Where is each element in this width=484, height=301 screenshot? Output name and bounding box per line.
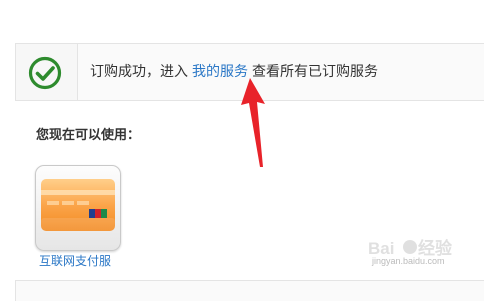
service-tile-frame	[35, 165, 121, 251]
check-circle-icon	[28, 56, 62, 90]
bottom-panel	[15, 280, 484, 301]
svg-text:经验: 经验	[418, 238, 453, 258]
service-tile-internet-payment[interactable]	[35, 165, 121, 251]
available-services-heading: 您现在可以使用：	[36, 128, 141, 143]
notice-text-before: 订购成功，进入	[90, 64, 188, 80]
red-arrow-icon	[241, 78, 265, 167]
credit-card-icon	[41, 179, 115, 231]
service-label-internet-payment[interactable]: 互联网支付服	[39, 252, 111, 269]
notice-message: 订购成功，进入 我的服务 查看所有已订购服务	[90, 61, 378, 83]
notice-icon-cell	[16, 44, 78, 100]
watermark-url: jingyan.baidu.com	[372, 256, 445, 266]
